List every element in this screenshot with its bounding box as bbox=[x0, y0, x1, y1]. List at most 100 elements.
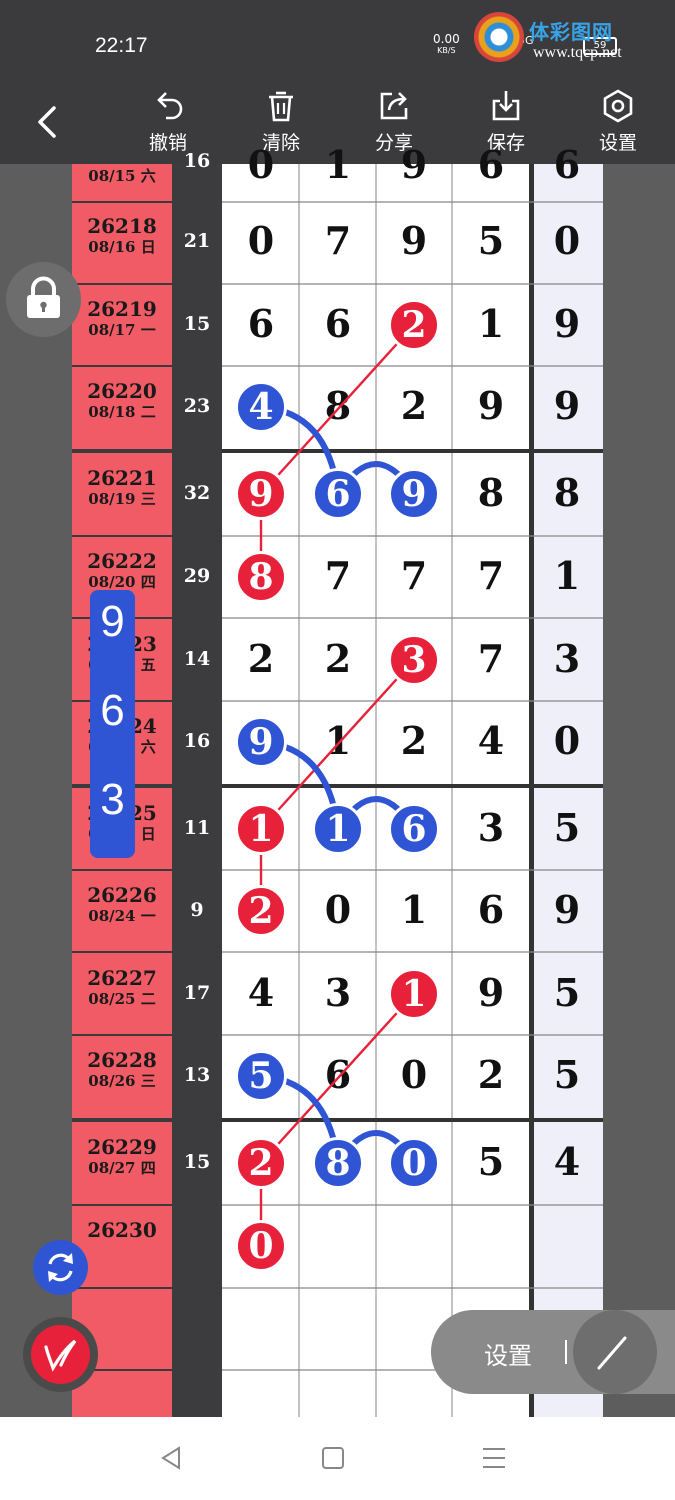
undo-icon bbox=[157, 92, 183, 120]
digit-cell: 1 bbox=[324, 142, 352, 187]
row-period: 26219 bbox=[87, 297, 157, 321]
digit-picker-slider[interactable]: 9 6 3 bbox=[90, 590, 135, 858]
highlighted-digit-ball[interactable]: 6 bbox=[312, 468, 364, 520]
highlighted-digit-ball[interactable]: 3 bbox=[388, 634, 440, 686]
digit-cell: 9 bbox=[553, 301, 581, 346]
date-cell: 26222 08/20 四 bbox=[72, 550, 172, 592]
back-button[interactable] bbox=[30, 102, 70, 142]
digit-cell: 4 bbox=[553, 1139, 581, 1184]
highlighted-digit-ball[interactable]: 0 bbox=[388, 1137, 440, 1189]
highlighted-digit-ball[interactable]: 2 bbox=[235, 885, 287, 937]
digit-cell: 7 bbox=[324, 218, 352, 263]
row-date: 08/19 三 bbox=[88, 490, 156, 508]
row-period: 26230 bbox=[87, 1218, 157, 1242]
system-nav-bar bbox=[0, 1417, 675, 1500]
digit-cell: 0 bbox=[247, 142, 275, 187]
digit-cell: 9 bbox=[400, 142, 428, 187]
digit-cell: 2 bbox=[400, 383, 428, 428]
highlighted-digit-ball[interactable]: 1 bbox=[388, 968, 440, 1020]
highlighted-digit-ball[interactable]: 9 bbox=[235, 468, 287, 520]
slider-digit[interactable]: 6 bbox=[90, 679, 135, 768]
digit-cell: 7 bbox=[324, 553, 352, 598]
digit-cell: 8 bbox=[553, 470, 581, 515]
digit-cell: 6 bbox=[477, 887, 505, 932]
digit-cell: 0 bbox=[400, 1052, 428, 1097]
sum-cell: 9 bbox=[190, 899, 204, 921]
digit-cell: 8 bbox=[324, 383, 352, 428]
highlighted-digit-ball[interactable]: 1 bbox=[312, 803, 364, 855]
highlighted-digit-ball[interactable]: 2 bbox=[235, 1137, 287, 1189]
date-cell: 08/15 六 bbox=[72, 166, 172, 186]
digit-cell: 3 bbox=[477, 805, 505, 850]
date-cell: 26220 08/18 二 bbox=[72, 380, 172, 422]
nav-back-icon[interactable] bbox=[158, 1445, 184, 1471]
highlighted-digit-ball[interactable]: 9 bbox=[388, 468, 440, 520]
highlighted-digit-ball[interactable]: 9 bbox=[235, 716, 287, 768]
watermark-brand: 体彩图网 bbox=[529, 22, 613, 44]
digit-cell: 0 bbox=[553, 718, 581, 763]
sum-cell: 16 bbox=[183, 730, 211, 752]
line-tool-icon bbox=[597, 1336, 627, 1370]
sum-cell: 15 bbox=[183, 1151, 211, 1173]
row-period: 26226 bbox=[87, 883, 157, 907]
sum-cell: 17 bbox=[183, 982, 211, 1004]
row-date: 08/27 四 bbox=[88, 1159, 156, 1177]
row-date: 08/17 一 bbox=[88, 321, 156, 339]
date-cell: 26228 08/26 三 bbox=[72, 1049, 172, 1091]
highlighted-digit-ball[interactable]: 5 bbox=[235, 1050, 287, 1102]
line-tool-button[interactable] bbox=[573, 1310, 657, 1394]
digit-cell: 1 bbox=[553, 553, 581, 598]
digit-cell: 5 bbox=[553, 970, 581, 1015]
floating-settings-bar: 设置 bbox=[431, 1310, 675, 1394]
digit-cell: 9 bbox=[477, 970, 505, 1015]
refresh-button[interactable] bbox=[33, 1240, 88, 1295]
digit-cell: 6 bbox=[324, 1052, 352, 1097]
floating-settings-button[interactable]: 设置 bbox=[484, 1336, 532, 1371]
digit-cell: 4 bbox=[247, 970, 275, 1015]
status-time: 22:17 bbox=[95, 34, 148, 57]
digit-cell: 6 bbox=[247, 301, 275, 346]
digit-cell: 2 bbox=[477, 1052, 505, 1097]
row-date: 08/15 六 bbox=[88, 167, 156, 185]
floating-divider bbox=[565, 1340, 567, 1364]
digit-cell: 9 bbox=[477, 383, 505, 428]
lock-button[interactable] bbox=[6, 262, 81, 337]
net-speed: 0.00 KB/S bbox=[433, 33, 460, 57]
highlighted-digit-ball[interactable]: 8 bbox=[235, 551, 287, 603]
nav-menu-icon[interactable] bbox=[481, 1446, 507, 1470]
row-period: 26218 bbox=[87, 214, 157, 238]
digit-cell: 2 bbox=[247, 636, 275, 681]
highlighted-digit-ball[interactable]: 6 bbox=[388, 803, 440, 855]
highlighted-digit-ball[interactable]: 0 bbox=[235, 1220, 287, 1272]
digit-cell: 1 bbox=[400, 887, 428, 932]
slider-digit[interactable]: 3 bbox=[90, 768, 135, 857]
trash-icon bbox=[269, 91, 293, 122]
undo-button[interactable]: 撤销 bbox=[133, 88, 203, 158]
date-cell: 26227 08/25 二 bbox=[72, 967, 172, 1009]
pen-stroke-icon bbox=[44, 1339, 77, 1372]
download-icon bbox=[492, 91, 520, 121]
sum-cell: 21 bbox=[183, 230, 211, 252]
date-cell: 26219 08/17 一 bbox=[72, 298, 172, 340]
row-period: 26228 bbox=[87, 1048, 157, 1072]
date-cell: 26221 08/19 三 bbox=[72, 467, 172, 509]
digit-cell: 7 bbox=[477, 553, 505, 598]
row-period: 26222 bbox=[87, 549, 157, 573]
highlighted-digit-ball[interactable]: 4 bbox=[235, 381, 287, 433]
digit-cell: 6 bbox=[477, 142, 505, 187]
digit-cell: 0 bbox=[324, 887, 352, 932]
sum-cell: 15 bbox=[183, 313, 211, 335]
back-arrow-icon bbox=[38, 106, 56, 138]
row-date: 08/25 二 bbox=[88, 990, 156, 1008]
slider-digit[interactable]: 9 bbox=[90, 590, 135, 679]
sum-column bbox=[172, 164, 222, 1417]
highlighted-digit-ball[interactable]: 1 bbox=[235, 803, 287, 855]
digit-cell: 4 bbox=[477, 718, 505, 763]
highlighted-digit-ball[interactable]: 8 bbox=[312, 1137, 364, 1189]
nav-home-icon[interactable] bbox=[321, 1446, 345, 1470]
digit-cell: 2 bbox=[324, 636, 352, 681]
digit-cell: 0 bbox=[247, 218, 275, 263]
draw-mode-button[interactable] bbox=[23, 1317, 98, 1392]
highlighted-digit-ball[interactable]: 2 bbox=[388, 299, 440, 351]
sum-cell: 32 bbox=[183, 482, 211, 504]
